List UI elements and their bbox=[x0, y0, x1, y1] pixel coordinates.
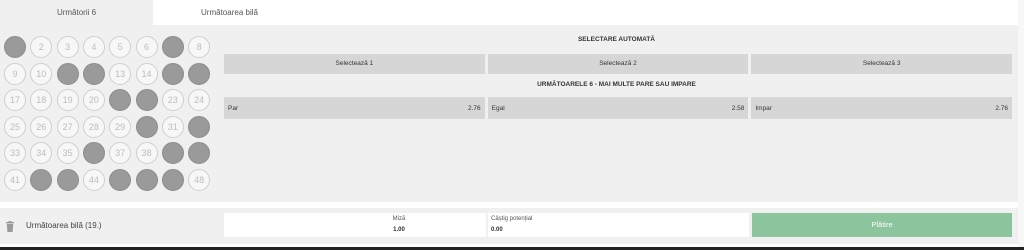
ball-29[interactable]: 29 bbox=[109, 115, 132, 138]
select-1-button[interactable]: Selectează 1 bbox=[224, 54, 485, 74]
ball-23[interactable]: 23 bbox=[161, 89, 184, 111]
keno-betting-widget: Următorii 6 Următoarea bilă 1 2 3 4 5 6 7 8 9 10 1… bbox=[0, 0, 1024, 250]
ball-47[interactable]: 47 bbox=[161, 168, 184, 191]
ball-28[interactable]: 28 bbox=[82, 115, 105, 138]
ball-13[interactable]: 13 bbox=[109, 62, 132, 85]
ball-2[interactable]: 2 bbox=[30, 36, 53, 58]
ball-27[interactable]: 27 bbox=[56, 115, 79, 138]
ball-44[interactable]: 44 bbox=[82, 168, 105, 191]
ball-15[interactable]: 15 bbox=[161, 62, 184, 85]
ball-39[interactable]: 39 bbox=[161, 142, 184, 164]
potential-win-value: 0.00 bbox=[491, 227, 503, 233]
odd-equal-button[interactable]: Egal 2.58 bbox=[487, 97, 749, 119]
ball-16[interactable]: 16 bbox=[188, 62, 211, 85]
ball-12[interactable]: 12 bbox=[82, 62, 105, 85]
tab-next-6[interactable]: Următorii 6 bbox=[0, 0, 153, 25]
ball-41[interactable]: 41 bbox=[4, 168, 26, 191]
auto-select-buttons: Selectează 1 Selectează 2 Selectează 3 bbox=[224, 54, 1013, 74]
ball-1[interactable]: 1 bbox=[4, 36, 26, 58]
ball-18[interactable]: 18 bbox=[30, 89, 53, 111]
ball-36[interactable]: 36 bbox=[82, 142, 105, 164]
odd-label: Egal bbox=[491, 104, 505, 112]
pay-button[interactable]: Plătire bbox=[752, 213, 1012, 237]
ball-34[interactable]: 34 bbox=[30, 142, 53, 164]
ball-32[interactable]: 32 bbox=[188, 115, 211, 138]
ball-40[interactable]: 40 bbox=[188, 142, 211, 164]
select-3-button[interactable]: Selectează 3 bbox=[751, 54, 1013, 74]
odd-value: 2.76 bbox=[995, 104, 1009, 112]
ball-30[interactable]: 30 bbox=[135, 115, 158, 138]
odd-value: 2.76 bbox=[468, 104, 481, 112]
ball-45[interactable]: 45 bbox=[109, 168, 132, 191]
odds-row: Par 2.76 Egal 2.58 Impar 2.76 bbox=[224, 97, 1013, 119]
betting-panel: 1 2 3 4 5 6 7 8 9 10 11 12 13 14 15 16 17 18 19 20 21 22 23 24 2… bbox=[0, 25, 1018, 202]
potential-win-label: Câștig potențial bbox=[491, 216, 533, 222]
ball-3[interactable]: 3 bbox=[56, 36, 79, 58]
ball-4[interactable]: 4 bbox=[82, 36, 105, 58]
ball-46[interactable]: 46 bbox=[135, 168, 158, 191]
auto-select-title: SELECTARE AUTOMATĂ bbox=[577, 36, 656, 43]
ball-9[interactable]: 9 bbox=[4, 62, 26, 85]
odd-label: Par bbox=[228, 104, 239, 112]
ball-35[interactable]: 35 bbox=[56, 142, 79, 164]
ball-33[interactable]: 33 bbox=[4, 142, 26, 164]
scrollbar[interactable] bbox=[1018, 0, 1024, 250]
ball-20[interactable]: 20 bbox=[82, 89, 105, 111]
ball-7[interactable]: 7 bbox=[161, 36, 184, 58]
ball-26[interactable]: 26 bbox=[30, 115, 53, 138]
trash-icon[interactable] bbox=[5, 221, 15, 232]
ball-6[interactable]: 6 bbox=[135, 36, 158, 58]
odd-even-button[interactable]: Par 2.76 bbox=[224, 97, 485, 119]
odd-odd-button[interactable]: Impar 2.76 bbox=[751, 97, 1013, 119]
potential-win-field: Câștig potențial 0.00 bbox=[488, 213, 749, 237]
ball-31[interactable]: 31 bbox=[161, 115, 184, 138]
ball-14[interactable]: 14 bbox=[135, 62, 158, 85]
ball-48[interactable]: 48 bbox=[188, 168, 211, 191]
ball-22[interactable]: 22 bbox=[135, 89, 158, 111]
ball-43[interactable]: 43 bbox=[56, 168, 79, 191]
odd-label: Impar bbox=[755, 104, 772, 112]
ball-19[interactable]: 19 bbox=[56, 89, 79, 111]
ball-21[interactable]: 21 bbox=[109, 89, 132, 111]
ball-10[interactable]: 10 bbox=[30, 62, 53, 85]
tab-bar: Următorii 6 Următoarea bilă bbox=[0, 0, 1018, 25]
stake-field[interactable]: Miză 1.00 bbox=[224, 213, 486, 237]
ball-38[interactable]: 38 bbox=[135, 142, 158, 164]
ball-24[interactable]: 24 bbox=[188, 89, 211, 111]
odd-value: 2.58 bbox=[731, 104, 745, 112]
ball-11[interactable]: 11 bbox=[56, 62, 79, 85]
selected-bet-label: Următoarea bilă (19.) bbox=[26, 221, 102, 230]
ball-5[interactable]: 5 bbox=[109, 36, 132, 58]
bet-slip-bar: Următoarea bilă (19.) Miză 1.00 Câștig p… bbox=[0, 208, 1018, 244]
ball-25[interactable]: 25 bbox=[4, 115, 26, 138]
ball-8[interactable]: 8 bbox=[188, 36, 211, 58]
ball-37[interactable]: 37 bbox=[109, 142, 132, 164]
ball-17[interactable]: 17 bbox=[4, 89, 26, 111]
ball-42[interactable]: 42 bbox=[30, 168, 53, 191]
tab-next-ball[interactable]: Următoarea bilă bbox=[153, 0, 306, 25]
market-title: URMĂTOARELE 6 - MAI MULTE PARE SAU IMPAR… bbox=[537, 81, 696, 88]
select-2-button[interactable]: Selectează 2 bbox=[487, 54, 749, 74]
